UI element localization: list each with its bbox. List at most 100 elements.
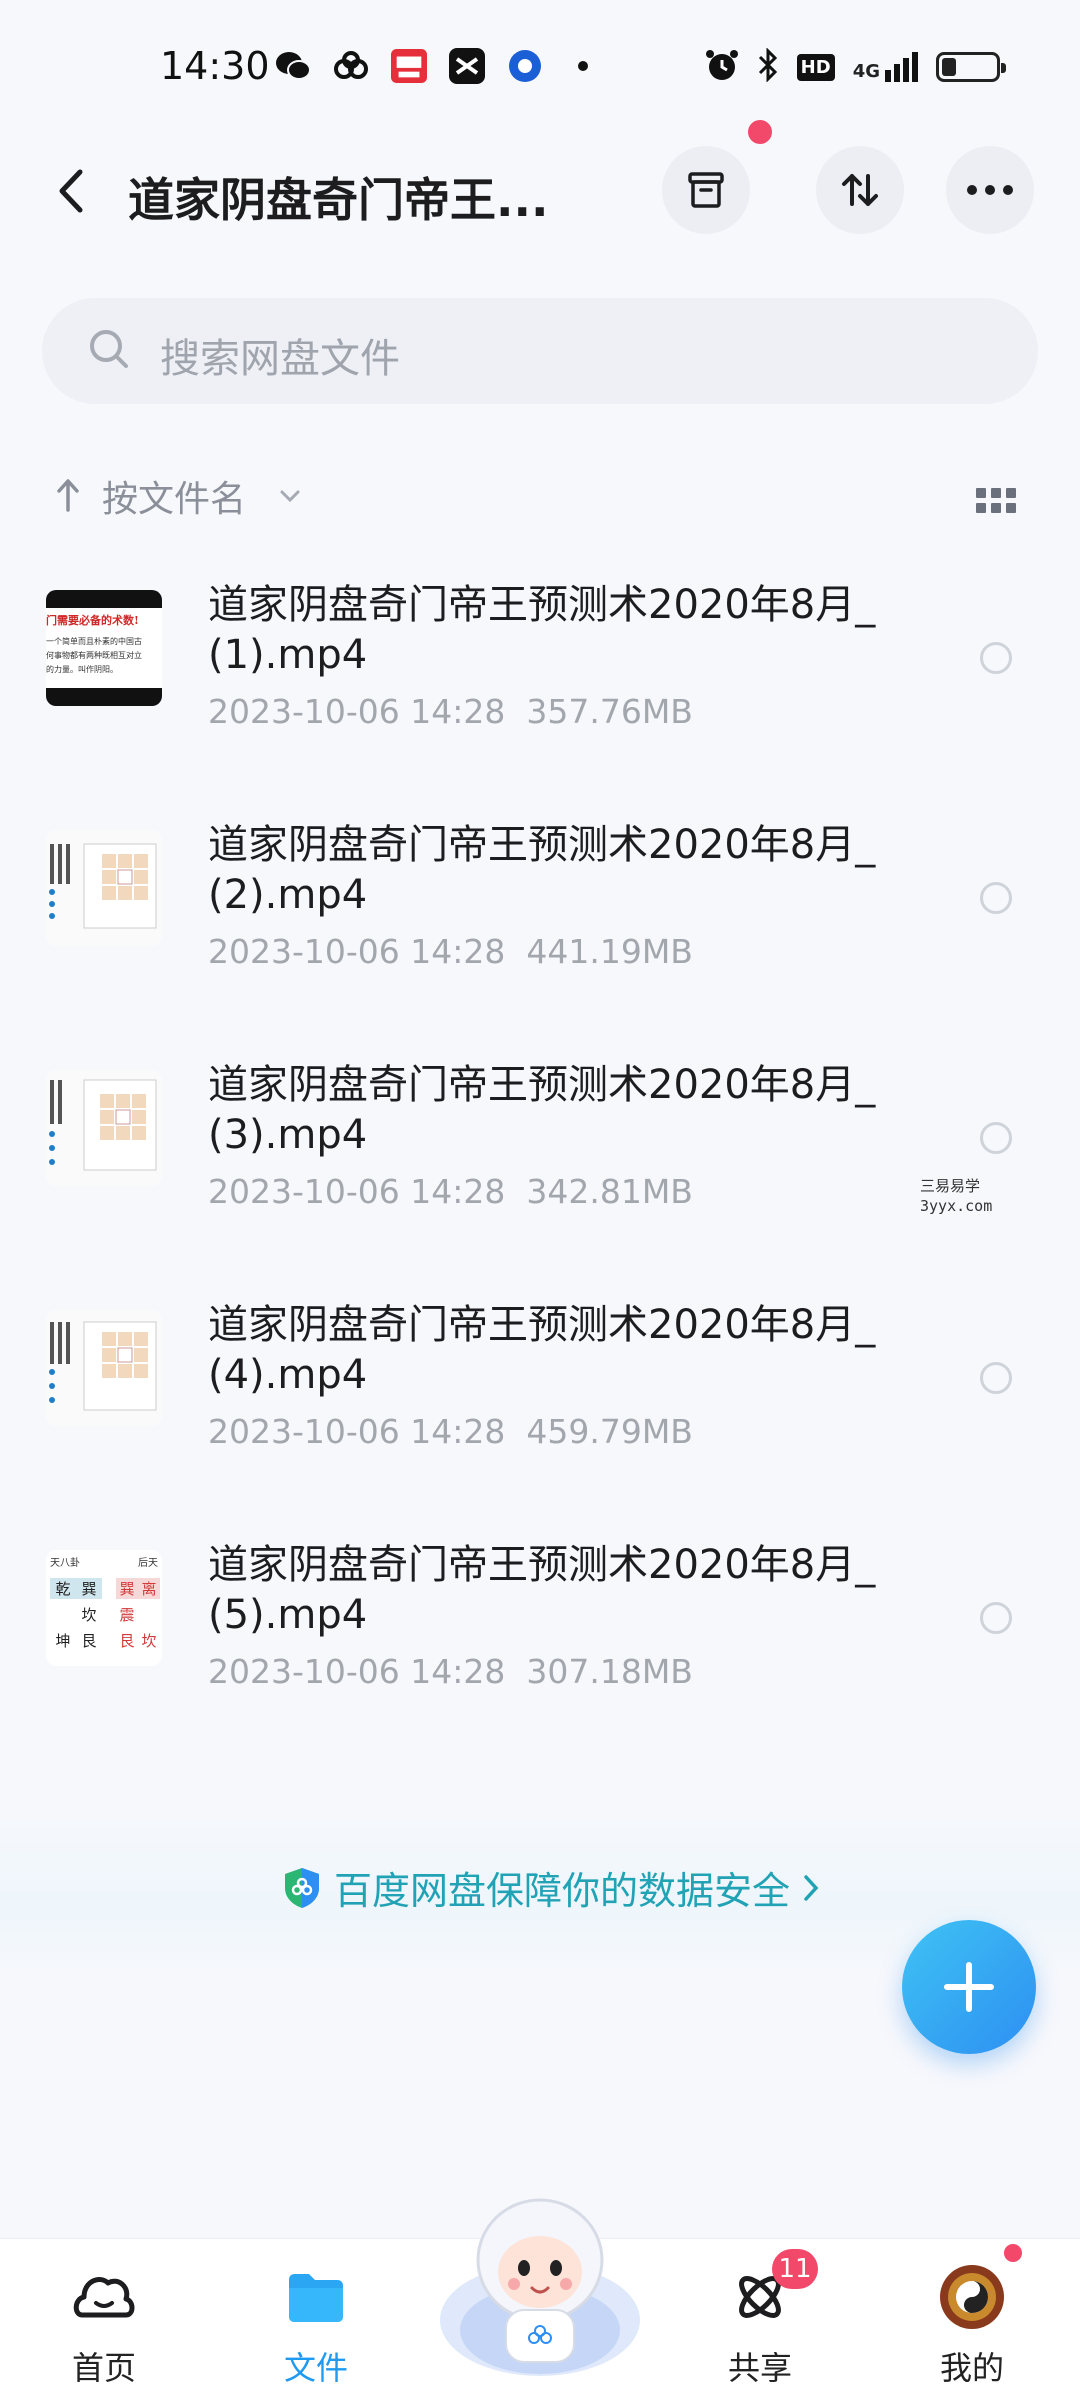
signal-icon: 4G — [853, 52, 918, 82]
select-radio[interactable] — [980, 1122, 1012, 1154]
thumbnail-cell: 艮 — [81, 1632, 97, 1650]
thumbnail-cell: 巽 — [76, 1578, 102, 1599]
file-size: 307.18MB — [526, 1652, 693, 1691]
file-row[interactable]: 天八卦 后天 乾 巽 巽 离 坎 震 坤 艮 艮 坎 道家阴盘奇门帝王预测术20… — [0, 1520, 1080, 1760]
network-type-label: 4G — [852, 61, 880, 82]
file-date: 2023-10-06 14:28 — [208, 932, 506, 971]
file-size: 357.76MB — [526, 692, 693, 731]
status-time: 14:30 — [160, 44, 270, 88]
file-size: 441.19MB — [526, 932, 693, 971]
file-size: 342.81MB — [526, 1172, 693, 1211]
file-row[interactable]: 道家阴盘奇门帝王预测术2020年8月_(2).mp4 2023-10-06 14… — [0, 800, 1080, 1040]
file-size: 459.79MB — [526, 1412, 693, 1451]
video-thumbnail — [46, 830, 162, 946]
sort-bar: 按文件名 — [0, 470, 1080, 530]
tab-label: 首页 — [71, 2349, 136, 2387]
profile-notification-dot — [1004, 2244, 1022, 2262]
video-thumbnail — [46, 1310, 162, 1426]
up-down-arrows-icon — [842, 174, 878, 206]
capcut-icon — [449, 48, 485, 84]
file-row[interactable]: 道家阴盘奇门帝王预测术2020年8月_(3).mp4 2023-10-06 14… — [0, 1040, 1080, 1280]
browser-app-icon — [507, 48, 543, 84]
select-radio[interactable] — [980, 642, 1012, 674]
more-notifications-dot — [565, 48, 601, 84]
grid-view-icon[interactable] — [976, 488, 1016, 518]
tab-label: 共享 — [727, 2349, 792, 2387]
video-thumbnail: 天八卦 后天 乾 巽 巽 离 坎 震 坤 艮 艮 坎 — [46, 1550, 162, 1666]
tab-label: 文件 — [283, 2349, 348, 2387]
file-row[interactable]: 道家阴盘奇门帝王预测术2020年8月_(4).mp4 2023-10-06 14… — [0, 1280, 1080, 1520]
thumbnail-cell: 坎 — [141, 1632, 157, 1650]
thumbnail-cell: 艮 — [119, 1632, 135, 1650]
toutiao-icon — [391, 48, 427, 84]
more-button[interactable] — [946, 146, 1034, 234]
file-name: 道家阴盘奇门帝王预测术2020年8月_(4).mp4 — [208, 1302, 876, 1398]
battery-icon — [936, 52, 1006, 82]
watermark-line: 三易易学 — [920, 1177, 981, 1195]
watermark-line: 3yyx.com — [920, 1197, 993, 1215]
file-meta: 2023-10-06 14:28 342.81MB — [208, 1172, 693, 1211]
thumbnail-cell: 震 — [119, 1606, 135, 1624]
thumbnail-heading: 门需要必备的术数! — [46, 614, 139, 627]
page-title: 道家阴盘奇门帝王... — [128, 173, 549, 227]
file-name: 道家阴盘奇门帝王预测术2020年8月_(2).mp4 — [208, 822, 876, 918]
archive-button[interactable] — [662, 146, 750, 234]
chevron-down-icon[interactable] — [278, 488, 302, 508]
folder-icon — [236, 2257, 396, 2337]
thumbnail-cell: 坎 — [81, 1606, 97, 1624]
thumbnail-label: 天八卦 — [50, 1558, 80, 1569]
file-date: 2023-10-06 14:28 — [208, 1172, 506, 1211]
select-radio[interactable] — [980, 1362, 1012, 1394]
notification-icons — [275, 48, 601, 84]
thumbnail-line: 的力量。叫作阴阳。 — [46, 665, 118, 674]
file-meta: 2023-10-06 14:28 307.18MB — [208, 1652, 693, 1691]
file-date: 2023-10-06 14:28 — [208, 1652, 506, 1691]
thumbnail-label: 后天 — [138, 1558, 158, 1569]
archive-notification-dot — [748, 120, 772, 144]
wechat-icon — [275, 48, 311, 84]
alarm-icon — [705, 48, 739, 86]
file-name: 道家阴盘奇门帝王预测术2020年8月_(3).mp4 — [208, 1062, 876, 1158]
archive-icon — [688, 172, 724, 208]
file-meta: 2023-10-06 14:28 441.19MB — [208, 932, 693, 971]
video-thumbnail: 门需要必备的术数! 一个简单而且朴素的中国古 何事物都有两种既相互对立 的力量。… — [46, 590, 162, 706]
home-icon — [24, 2257, 184, 2337]
tab-mine[interactable]: 我的 — [892, 2257, 1052, 2389]
file-meta: 2023-10-06 14:28 357.76MB — [208, 692, 693, 731]
file-row[interactable]: 门需要必备的术数! 一个简单而且朴素的中国古 何事物都有两种既相互对立 的力量。… — [0, 560, 1080, 800]
file-meta: 2023-10-06 14:28 459.79MB — [208, 1412, 693, 1451]
search-icon — [86, 326, 132, 376]
more-dots-icon — [967, 185, 1013, 195]
assistant-mascot-button[interactable] — [430, 2180, 650, 2380]
select-radio[interactable] — [980, 882, 1012, 914]
select-radio[interactable] — [980, 1602, 1012, 1634]
watermark: 三易易学 3yyx.com — [920, 1176, 992, 1216]
share-badge: 11 — [772, 2249, 818, 2289]
file-name: 道家阴盘奇门帝王预测术2020年8月_(1).mp4 — [208, 582, 876, 678]
back-button[interactable] — [50, 166, 94, 216]
transfer-button[interactable] — [816, 146, 904, 234]
system-icons: HD 4G — [705, 47, 1006, 86]
top-navigation: 道家阴盘奇门帝王... — [0, 130, 1080, 250]
tab-home[interactable]: 首页 — [24, 2257, 184, 2389]
security-text: 百度网盘保障你的数据安全 — [334, 1869, 791, 1913]
search-bar[interactable]: 搜索网盘文件 — [42, 298, 1038, 404]
thumbnail-line: 一个简单而且朴素的中国古 — [46, 637, 142, 646]
tab-files[interactable]: 文件 — [236, 2257, 396, 2389]
status-bar: 14:30 HD 4G — [0, 0, 1080, 130]
thumbnail-cell: 离 — [138, 1578, 160, 1599]
search-placeholder: 搜索网盘文件 — [160, 336, 400, 382]
security-link[interactable]: 百度网盘保障你的数据安全 — [282, 1860, 820, 1915]
file-date: 2023-10-06 14:28 — [208, 692, 506, 731]
avatar — [892, 2257, 1052, 2337]
chevron-left-icon — [59, 169, 83, 213]
tab-share[interactable]: 11 共享 — [680, 2249, 840, 2389]
add-button[interactable] — [902, 1920, 1036, 2054]
sort-by-filename[interactable]: 按文件名 — [102, 470, 246, 522]
tab-label: 我的 — [939, 2349, 1004, 2387]
sort-arrow-icon[interactable] — [54, 476, 82, 516]
bluetooth-icon — [757, 47, 779, 86]
cloud-app-icon — [333, 48, 369, 84]
thumbnail-cell: 坤 — [55, 1632, 71, 1650]
thumbnail-cell: 巽 — [116, 1578, 138, 1599]
